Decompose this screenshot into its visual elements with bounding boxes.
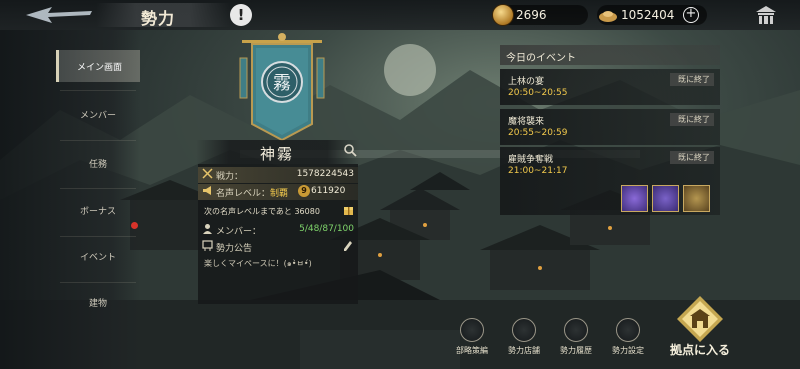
reward-item-icon[interactable] xyxy=(683,185,710,212)
announcement-text: 楽しくマイペースに！(๑•̀ㅂ•́) xyxy=(204,259,312,268)
nav-divider xyxy=(60,282,136,283)
nav-label: メンバー xyxy=(79,111,116,121)
nav-divider xyxy=(60,140,136,141)
search-icon[interactable] xyxy=(343,143,357,157)
nav-tasks[interactable]: 任務 xyxy=(56,147,140,179)
page-title: 勢力 xyxy=(141,9,176,28)
event-time: 21:00~21:17 xyxy=(508,166,568,176)
members-value: 5/48/87/100 xyxy=(299,224,354,234)
announce-row: 勢力公告 xyxy=(198,239,358,255)
event-status: 既に終了 xyxy=(670,73,714,86)
nav-divider xyxy=(60,188,136,189)
guild-name: 神霧 xyxy=(260,145,295,163)
event-item[interactable]: 魔将襲来 20:55~20:59 既に終了 xyxy=(500,109,720,145)
notification-dot xyxy=(131,222,138,229)
reward-item-icon[interactable] xyxy=(621,185,648,212)
bottom-actions: 部略策編 勢力店舗 勢力履歴 勢力設定 xyxy=(440,315,800,369)
nav-divider xyxy=(60,90,136,91)
nav-label: ボーナス xyxy=(79,207,116,217)
members-label: メンバー： xyxy=(216,227,262,237)
event-time: 20:55~20:59 xyxy=(508,128,568,138)
action-label: 勢力履歴 xyxy=(560,346,592,355)
scroll-icon xyxy=(564,318,588,342)
nav-bonus[interactable]: ボーナス xyxy=(56,194,140,226)
add-currency-button[interactable]: + xyxy=(683,7,699,23)
nav-divider xyxy=(60,236,136,237)
event-name: 雇賊争奪戦 xyxy=(508,155,554,165)
nav-label: イベント xyxy=(79,253,116,263)
home-gate-icon[interactable] xyxy=(755,5,777,25)
event-name: 上林の宴 xyxy=(508,77,545,87)
shop-icon xyxy=(512,318,536,342)
nav-events[interactable]: イベント xyxy=(56,240,140,272)
action-label: 勢力店舗 xyxy=(508,346,540,355)
left-nav: メイン画面 メンバー 任務 ボーナス イベント 建物 xyxy=(0,30,140,369)
nav-label: メイン画面 xyxy=(76,63,122,73)
guild-settings-button[interactable]: 勢力設定 xyxy=(602,315,654,365)
fortress-gate-icon xyxy=(677,296,723,342)
nav-label: 建物 xyxy=(88,299,107,309)
events-heading: 今日のイベント xyxy=(506,53,576,64)
power-value: 1578224543 xyxy=(296,169,354,179)
event-name: 魔将襲来 xyxy=(508,117,545,127)
event-status: 既に終了 xyxy=(670,151,714,164)
banner-emblem-char: 霧 xyxy=(273,73,291,94)
crossed-swords-icon xyxy=(202,168,213,179)
fame-label: 名声レベル：制覇 xyxy=(216,186,288,199)
nav-members[interactable]: メンバー xyxy=(56,98,140,130)
alert-button[interactable]: ! xyxy=(230,4,252,26)
fame-tier: 制覇 xyxy=(270,189,289,199)
nav-label: 任務 xyxy=(88,160,107,170)
back-arrow-icon[interactable] xyxy=(22,3,94,27)
trumpet-icon xyxy=(203,186,211,195)
next-fame-text: 次の名声レベルまであと 36080 xyxy=(204,207,320,216)
guild-shop-button[interactable]: 勢力店舗 xyxy=(498,315,550,365)
fame-row: 名声レベル：制覇 9 611920 xyxy=(198,184,358,200)
fame-value: 611920 xyxy=(311,186,346,196)
guild-info-panel: 戦力： 1578224543 名声レベル：制覇 9 611920 次の名声レベル… xyxy=(198,164,358,304)
enter-base-button[interactable]: 拠点に入る xyxy=(655,294,745,364)
guild-history-button[interactable]: 勢力履歴 xyxy=(550,315,602,365)
fame-label-text: 名声レベル： xyxy=(216,189,271,199)
todays-events-panel: 今日のイベント 上林の宴 20:50~20:55 既に終了 魔将襲来 20:55… xyxy=(500,45,720,215)
action-label: 勢力設定 xyxy=(612,346,644,355)
book-icon xyxy=(460,318,484,342)
power-label: 戦力： xyxy=(216,172,244,182)
strategy-book-button[interactable]: 部略策編 xyxy=(446,315,498,365)
members-row: メンバー： 5/48/87/100 xyxy=(198,222,358,238)
events-header: 今日のイベント xyxy=(500,45,720,65)
nav-main-screen[interactable]: メイン画面 xyxy=(56,50,140,82)
power-row: 戦力： 1578224543 xyxy=(198,167,358,183)
notice-board-icon xyxy=(202,240,213,251)
edit-pen-icon[interactable] xyxy=(343,240,353,252)
event-item[interactable]: 上林の宴 20:50~20:55 既に終了 xyxy=(500,69,720,105)
gold-amount: 2696 xyxy=(516,8,547,22)
gold-currency: 2696 xyxy=(492,4,588,26)
enter-base-label: 拠点に入る xyxy=(669,343,730,357)
event-time: 20:50~20:55 xyxy=(508,88,568,98)
silver-amount: 1052404 xyxy=(621,8,675,22)
guild-banner-emblem[interactable]: 霧 xyxy=(236,32,328,144)
event-status: 既に終了 xyxy=(670,113,714,126)
fame-level-badge: 9 xyxy=(298,185,310,197)
silver-ingot-icon xyxy=(599,11,617,22)
announce-label: 勢力公告 xyxy=(216,244,253,254)
nav-buildings[interactable]: 建物 xyxy=(56,286,140,318)
top-bar: 勢力 ! 2696 1052404 + xyxy=(0,0,800,30)
member-icon xyxy=(203,224,212,234)
gold-coin-icon xyxy=(492,4,514,26)
reward-item-icon[interactable] xyxy=(652,185,679,212)
settings-icon xyxy=(616,318,640,342)
action-label: 部略策編 xyxy=(456,346,488,355)
gift-chest-icon[interactable] xyxy=(343,205,354,216)
